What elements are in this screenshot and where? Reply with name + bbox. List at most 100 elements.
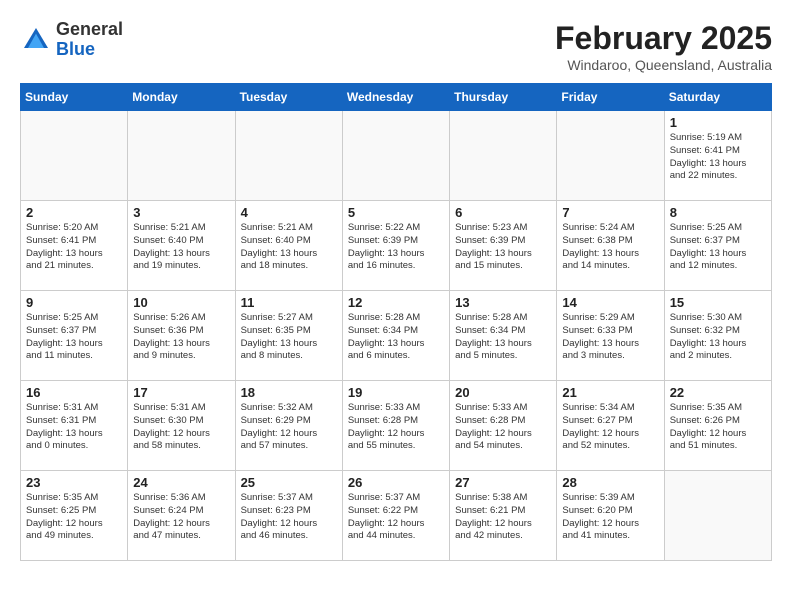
day-number: 16 bbox=[26, 385, 122, 400]
calendar-cell: 27 Sunrise: 5:38 AM Sunset: 6:21 PM Dayli… bbox=[450, 471, 557, 561]
calendar-cell bbox=[342, 111, 449, 201]
calendar-cell: 6 Sunrise: 5:23 AM Sunset: 6:39 PM Daylig… bbox=[450, 201, 557, 291]
calendar-cell: 13 Sunrise: 5:28 AM Sunset: 6:34 PM Dayli… bbox=[450, 291, 557, 381]
day-number: 11 bbox=[241, 295, 337, 310]
calendar-cell: 20Sunrise: 5:33 AM Sunset: 6:28 PM Dayli… bbox=[450, 381, 557, 471]
calendar-cell: 3Sunrise: 5:21 AM Sunset: 6:40 PM Daylig… bbox=[128, 201, 235, 291]
calendar-cell: 1 Sunrise: 5:19 AM Sunset: 6:41 PM Daylig… bbox=[664, 111, 771, 201]
day-number: 25 bbox=[241, 475, 337, 490]
day-header-monday: Monday bbox=[128, 84, 235, 111]
day-number: 10 bbox=[133, 295, 229, 310]
day-info: Sunrise: 5:35 AM Sunset: 6:26 PM Dayligh… bbox=[670, 402, 766, 453]
day-info: Sunrise: 5:35 AM Sunset: 6:25 PM Dayligh… bbox=[26, 492, 122, 543]
day-number: 24 bbox=[133, 475, 229, 490]
calendar-cell: 15 Sunrise: 5:30 AM Sunset: 6:32 PM Dayli… bbox=[664, 291, 771, 381]
day-info: Sunrise: 5:28 AM Sunset: 6:34 PM Dayligh… bbox=[348, 312, 444, 363]
day-number: 20 bbox=[455, 385, 551, 400]
day-number: 1 bbox=[670, 115, 766, 130]
day-number: 18 bbox=[241, 385, 337, 400]
calendar-cell: 25Sunrise: 5:37 AM Sunset: 6:23 PM Dayli… bbox=[235, 471, 342, 561]
day-info: Sunrise: 5:31 AM Sunset: 6:31 PM Dayligh… bbox=[26, 402, 122, 453]
title-block: February 2025 Windaroo, Queensland, Aust… bbox=[555, 20, 772, 73]
week-row-4: 16 Sunrise: 5:31 AM Sunset: 6:31 PM Dayli… bbox=[21, 381, 772, 471]
day-header-sunday: Sunday bbox=[21, 84, 128, 111]
day-header-tuesday: Tuesday bbox=[235, 84, 342, 111]
calendar-cell: 17 Sunrise: 5:31 AM Sunset: 6:30 PM Dayli… bbox=[128, 381, 235, 471]
day-info: Sunrise: 5:27 AM Sunset: 6:35 PM Dayligh… bbox=[241, 312, 337, 363]
calendar-cell bbox=[557, 111, 664, 201]
day-header-wednesday: Wednesday bbox=[342, 84, 449, 111]
day-number: 4 bbox=[241, 205, 337, 220]
day-number: 19 bbox=[348, 385, 444, 400]
day-number: 13 bbox=[455, 295, 551, 310]
day-number: 26 bbox=[348, 475, 444, 490]
day-info: Sunrise: 5:19 AM Sunset: 6:41 PM Dayligh… bbox=[670, 132, 766, 183]
day-info: Sunrise: 5:34 AM Sunset: 6:27 PM Dayligh… bbox=[562, 402, 658, 453]
day-info: Sunrise: 5:29 AM Sunset: 6:33 PM Dayligh… bbox=[562, 312, 658, 363]
day-info: Sunrise: 5:21 AM Sunset: 6:40 PM Dayligh… bbox=[133, 222, 229, 273]
week-row-3: 9 Sunrise: 5:25 AM Sunset: 6:37 PM Daylig… bbox=[21, 291, 772, 381]
calendar-header-row: SundayMondayTuesdayWednesdayThursdayFrid… bbox=[21, 84, 772, 111]
logo-icon bbox=[20, 24, 52, 56]
day-number: 27 bbox=[455, 475, 551, 490]
calendar-cell: 10Sunrise: 5:26 AM Sunset: 6:36 PM Dayli… bbox=[128, 291, 235, 381]
logo: General Blue bbox=[20, 20, 123, 60]
day-info: Sunrise: 5:25 AM Sunset: 6:37 PM Dayligh… bbox=[670, 222, 766, 273]
calendar-cell: 2Sunrise: 5:20 AM Sunset: 6:41 PM Daylig… bbox=[21, 201, 128, 291]
calendar-cell: 5 Sunrise: 5:22 AM Sunset: 6:39 PM Daylig… bbox=[342, 201, 449, 291]
day-number: 6 bbox=[455, 205, 551, 220]
day-info: Sunrise: 5:31 AM Sunset: 6:30 PM Dayligh… bbox=[133, 402, 229, 453]
week-row-5: 23 Sunrise: 5:35 AM Sunset: 6:25 PM Dayli… bbox=[21, 471, 772, 561]
day-number: 9 bbox=[26, 295, 122, 310]
calendar-cell bbox=[450, 111, 557, 201]
day-number: 2 bbox=[26, 205, 122, 220]
calendar-table: SundayMondayTuesdayWednesdayThursdayFrid… bbox=[20, 83, 772, 561]
day-number: 28 bbox=[562, 475, 658, 490]
day-number: 21 bbox=[562, 385, 658, 400]
month-title: February 2025 bbox=[555, 20, 772, 57]
calendar-cell bbox=[128, 111, 235, 201]
logo-blue: Blue bbox=[56, 39, 95, 59]
day-info: Sunrise: 5:30 AM Sunset: 6:32 PM Dayligh… bbox=[670, 312, 766, 363]
day-info: Sunrise: 5:37 AM Sunset: 6:22 PM Dayligh… bbox=[348, 492, 444, 543]
logo-general: General bbox=[56, 19, 123, 39]
day-number: 22 bbox=[670, 385, 766, 400]
day-info: Sunrise: 5:36 AM Sunset: 6:24 PM Dayligh… bbox=[133, 492, 229, 543]
calendar-cell: 24 Sunrise: 5:36 AM Sunset: 6:24 PM Dayli… bbox=[128, 471, 235, 561]
day-number: 14 bbox=[562, 295, 658, 310]
calendar-cell bbox=[664, 471, 771, 561]
page-header: General Blue February 2025 Windaroo, Que… bbox=[20, 20, 772, 73]
day-info: Sunrise: 5:32 AM Sunset: 6:29 PM Dayligh… bbox=[241, 402, 337, 453]
day-number: 15 bbox=[670, 295, 766, 310]
calendar-cell bbox=[21, 111, 128, 201]
day-number: 23 bbox=[26, 475, 122, 490]
week-row-1: 1 Sunrise: 5:19 AM Sunset: 6:41 PM Daylig… bbox=[21, 111, 772, 201]
day-number: 7 bbox=[562, 205, 658, 220]
calendar-cell: 19Sunrise: 5:33 AM Sunset: 6:28 PM Dayli… bbox=[342, 381, 449, 471]
week-row-2: 2Sunrise: 5:20 AM Sunset: 6:41 PM Daylig… bbox=[21, 201, 772, 291]
calendar-cell: 8Sunrise: 5:25 AM Sunset: 6:37 PM Daylig… bbox=[664, 201, 771, 291]
calendar-cell: 26 Sunrise: 5:37 AM Sunset: 6:22 PM Dayli… bbox=[342, 471, 449, 561]
location: Windaroo, Queensland, Australia bbox=[555, 57, 772, 73]
day-info: Sunrise: 5:28 AM Sunset: 6:34 PM Dayligh… bbox=[455, 312, 551, 363]
day-number: 12 bbox=[348, 295, 444, 310]
day-info: Sunrise: 5:25 AM Sunset: 6:37 PM Dayligh… bbox=[26, 312, 122, 363]
day-info: Sunrise: 5:39 AM Sunset: 6:20 PM Dayligh… bbox=[562, 492, 658, 543]
calendar-cell: 22 Sunrise: 5:35 AM Sunset: 6:26 PM Dayli… bbox=[664, 381, 771, 471]
day-number: 17 bbox=[133, 385, 229, 400]
day-header-saturday: Saturday bbox=[664, 84, 771, 111]
day-info: Sunrise: 5:23 AM Sunset: 6:39 PM Dayligh… bbox=[455, 222, 551, 273]
calendar-cell: 12 Sunrise: 5:28 AM Sunset: 6:34 PM Dayli… bbox=[342, 291, 449, 381]
day-info: Sunrise: 5:21 AM Sunset: 6:40 PM Dayligh… bbox=[241, 222, 337, 273]
day-number: 5 bbox=[348, 205, 444, 220]
calendar-cell: 18 Sunrise: 5:32 AM Sunset: 6:29 PM Dayli… bbox=[235, 381, 342, 471]
day-info: Sunrise: 5:38 AM Sunset: 6:21 PM Dayligh… bbox=[455, 492, 551, 543]
day-info: Sunrise: 5:22 AM Sunset: 6:39 PM Dayligh… bbox=[348, 222, 444, 273]
day-info: Sunrise: 5:24 AM Sunset: 6:38 PM Dayligh… bbox=[562, 222, 658, 273]
day-header-thursday: Thursday bbox=[450, 84, 557, 111]
calendar-cell: 14 Sunrise: 5:29 AM Sunset: 6:33 PM Dayli… bbox=[557, 291, 664, 381]
calendar-cell: 4 Sunrise: 5:21 AM Sunset: 6:40 PM Daylig… bbox=[235, 201, 342, 291]
calendar-cell: 21 Sunrise: 5:34 AM Sunset: 6:27 PM Dayli… bbox=[557, 381, 664, 471]
logo-text: General Blue bbox=[56, 20, 123, 60]
calendar-cell: 28 Sunrise: 5:39 AM Sunset: 6:20 PM Dayli… bbox=[557, 471, 664, 561]
